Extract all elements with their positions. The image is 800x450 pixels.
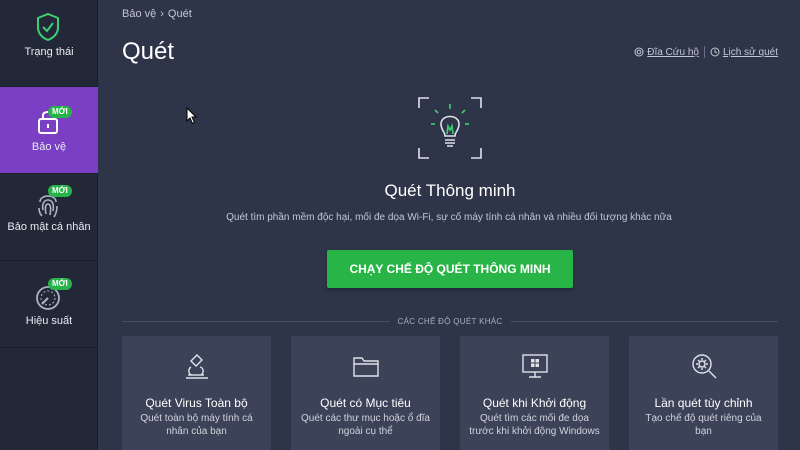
rescue-disk-link[interactable]: Đĩa Cứu hộ xyxy=(634,47,699,58)
card-title: Quét có Mục tiêu xyxy=(320,396,411,410)
targeted-scan-card[interactable]: Quét có Mục tiêu Quét các thư mục hoặc ổ… xyxy=(291,336,440,450)
breadcrumb-separator: › xyxy=(160,8,164,20)
divider-line xyxy=(510,320,779,322)
card-description: Quét các thư mục hoặc ổ đĩa ngoài cụ thể xyxy=(301,413,430,437)
card-description: Tạo chế độ quét riêng của bạn xyxy=(645,413,762,437)
sidebar: Trạng thái MỚI Bảo vệ MỚI Bảo mật cá nhâ… xyxy=(0,0,98,450)
breadcrumb-parent[interactable]: Bảo vệ xyxy=(122,8,156,20)
rescue-disk-label: Đĩa Cứu hộ xyxy=(647,46,699,58)
page-title: Quét xyxy=(122,38,175,65)
lifebuoy-icon xyxy=(634,47,644,57)
breadcrumb: Bảo vệ › Quét xyxy=(122,8,192,20)
full-virus-scan-card[interactable]: Quét Virus Toàn bộ Quét toàn bộ máy tính… xyxy=(122,336,271,450)
card-title: Quét Virus Toàn bộ xyxy=(145,396,248,410)
breadcrumb-current: Quét xyxy=(167,8,192,20)
smart-scan-bulb-icon xyxy=(418,97,482,159)
history-icon xyxy=(710,47,720,57)
divider-line xyxy=(122,320,390,322)
mouse-cursor-icon xyxy=(186,107,198,125)
custom-scan-card[interactable]: Lần quét tùy chỉnh Tạo chế độ quét riêng… xyxy=(629,336,778,450)
sidebar-item-status[interactable]: Trạng thái xyxy=(0,0,98,87)
new-badge: MỚI xyxy=(48,106,72,118)
card-title: Lần quét tùy chỉnh xyxy=(654,396,753,410)
smart-scan-title: Quét Thông minh xyxy=(384,181,516,200)
folder-icon xyxy=(353,357,379,377)
sidebar-item-label: Trạng thái xyxy=(24,46,74,58)
monitor-windows-icon xyxy=(522,354,548,378)
scan-history-link[interactable]: Lịch sử quét xyxy=(710,47,778,58)
sidebar-item-protection[interactable]: MỚI Bảo vệ xyxy=(0,87,98,174)
new-badge: MỚI xyxy=(48,278,72,290)
card-title: Quét khi Khởi động xyxy=(482,396,587,410)
smart-scan-description: Quét tìm phần mềm độc hại, mối đe dọa Wi… xyxy=(226,212,672,223)
other-modes-label: CÁC CHẾ ĐỘ QUÉT KHÁC xyxy=(397,316,503,326)
sidebar-item-performance[interactable]: MỚI Hiệu suất xyxy=(0,261,98,348)
sidebar-item-label: Hiệu suất xyxy=(25,315,73,327)
sidebar-item-label: Bảo vệ xyxy=(31,141,67,153)
run-smart-scan-button[interactable]: CHẠY CHẾ ĐỘ QUÉT THÔNG MINH xyxy=(327,250,573,288)
magnifier-gear-icon xyxy=(692,354,717,379)
boot-time-scan-card[interactable]: Quét khi Khởi động Quét tìm các mối đe d… xyxy=(460,336,609,450)
other-modes-divider: CÁC CHẾ ĐỘ QUÉT KHÁC xyxy=(122,314,779,328)
microscope-icon xyxy=(186,354,208,379)
scan-history-label: Lịch sử quét xyxy=(722,46,778,58)
card-description: Quét tìm các mối đe dọa trước khi khởi đ… xyxy=(469,413,600,437)
card-description: Quét toàn bộ máy tính cá nhân của bạn xyxy=(140,413,253,437)
sidebar-item-label: Bảo mật cá nhân xyxy=(7,221,91,233)
shield-check-icon xyxy=(37,12,59,42)
top-links: Đĩa Cứu hộ Lịch sử quét xyxy=(634,46,778,58)
link-divider xyxy=(703,46,705,58)
